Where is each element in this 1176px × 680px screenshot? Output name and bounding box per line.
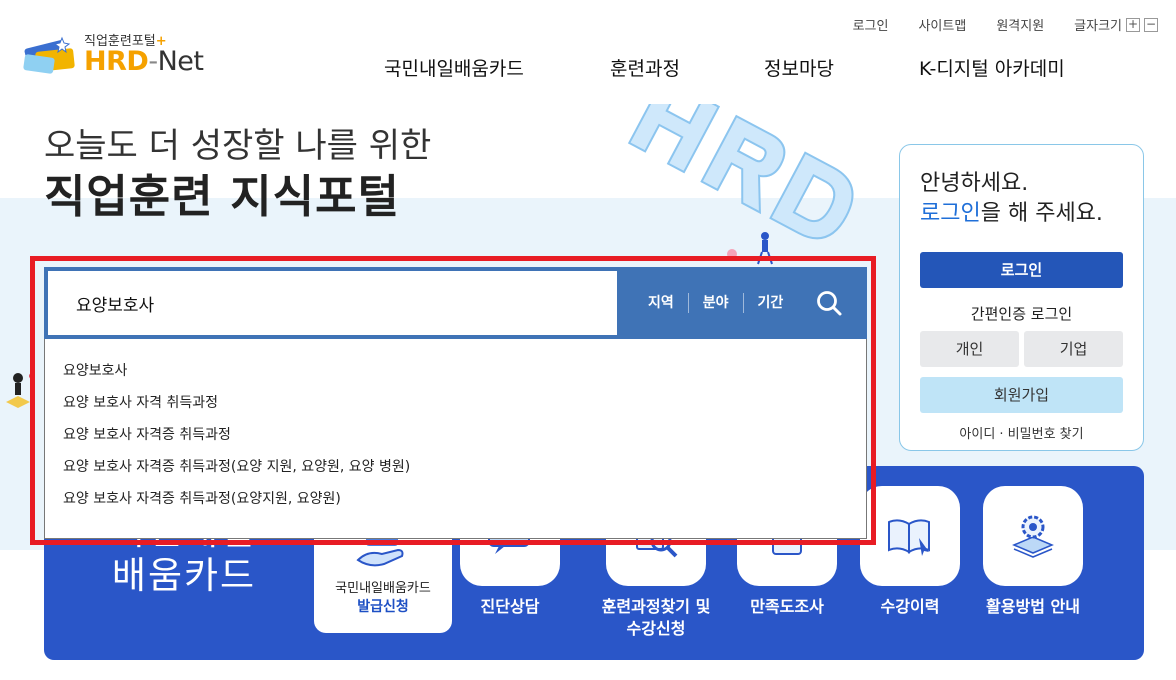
personal-login-button[interactable]: 개인 — [920, 331, 1019, 367]
font-size-label: 글자크기 — [1074, 19, 1122, 34]
greeting-line: 안녕하세요. — [920, 171, 1029, 196]
feature-line1: 국민내일배움카드 — [335, 581, 431, 596]
service-label: 진단상담 — [480, 597, 540, 616]
service-icon-box — [983, 486, 1083, 586]
util-login-link[interactable]: 로그인 — [853, 15, 889, 34]
open-book-cursor-icon — [888, 519, 930, 556]
login-panel: 안녕하세요. 로그인을 해 주세요. 로그인 간편인증 로그인 개인 기업 회원… — [899, 144, 1144, 451]
easy-login-label: 간편인증 로그인 — [970, 305, 1073, 323]
hrd-net-logo[interactable]: 직업훈련포털+ HRD-Net — [22, 28, 222, 84]
login-prompt: 로그인을 해 주세요. — [920, 199, 1103, 229]
login-prompt-link[interactable]: 로그인 — [920, 201, 981, 226]
hrd-3d-illustration-icon — [627, 104, 854, 265]
login-prompt-rest: 을 해 주세요. — [980, 201, 1103, 226]
service-usage-guide[interactable]: 활용방법 안내 — [966, 486, 1100, 618]
learning-card-title-line2: 배움카드 — [111, 554, 257, 597]
nav-item-learning-card[interactable]: 국민내일배움카드 — [384, 54, 610, 81]
login-button[interactable]: 로그인 — [920, 252, 1123, 288]
service-label: 수강이력 — [880, 597, 940, 616]
nav-item-training-course[interactable]: 훈련과정 — [610, 54, 764, 81]
service-label: 만족도조사 — [750, 597, 824, 616]
login-greeting: 안녕하세요. 로그인을 해 주세요. — [920, 169, 1103, 229]
service-label: 활용방법 안내 — [986, 597, 1080, 616]
feature-line2: 발급신청 — [357, 599, 409, 615]
service-label: 훈련과정찾기 및 수강신청 — [601, 597, 711, 638]
find-id-password-link[interactable]: 아이디 · 비밀번호 찾기 — [900, 423, 1143, 442]
font-size-minus-button[interactable]: − — [1144, 17, 1158, 32]
logo-mark-icon — [23, 36, 75, 74]
main-navigation: 국민내일배움카드 훈련과정 정보마당 K-디지털 아카데미 — [384, 54, 1065, 81]
nav-item-info[interactable]: 정보마당 — [764, 54, 919, 81]
company-login-button[interactable]: 기업 — [1024, 331, 1123, 367]
hero-heading: 직업훈련 지식포털 — [44, 170, 400, 223]
util-sitemap-link[interactable]: 사이트맵 — [918, 15, 966, 34]
logo-wordmark: HRD-Net — [84, 46, 204, 77]
util-remote-support-link[interactable]: 원격지원 — [996, 15, 1044, 34]
gear-stack-icon — [1012, 515, 1054, 558]
highlight-frame — [30, 256, 876, 545]
font-size-control: 글자크기 + − — [1074, 15, 1158, 34]
nav-item-k-digital-academy[interactable]: K-디지털 아카데미 — [919, 54, 1065, 81]
join-button[interactable]: 회원가입 — [920, 377, 1123, 413]
utility-menu: 로그인 사이트맵 원격지원 글자크기 + − — [853, 15, 1158, 34]
font-size-plus-button[interactable]: + — [1126, 17, 1140, 32]
